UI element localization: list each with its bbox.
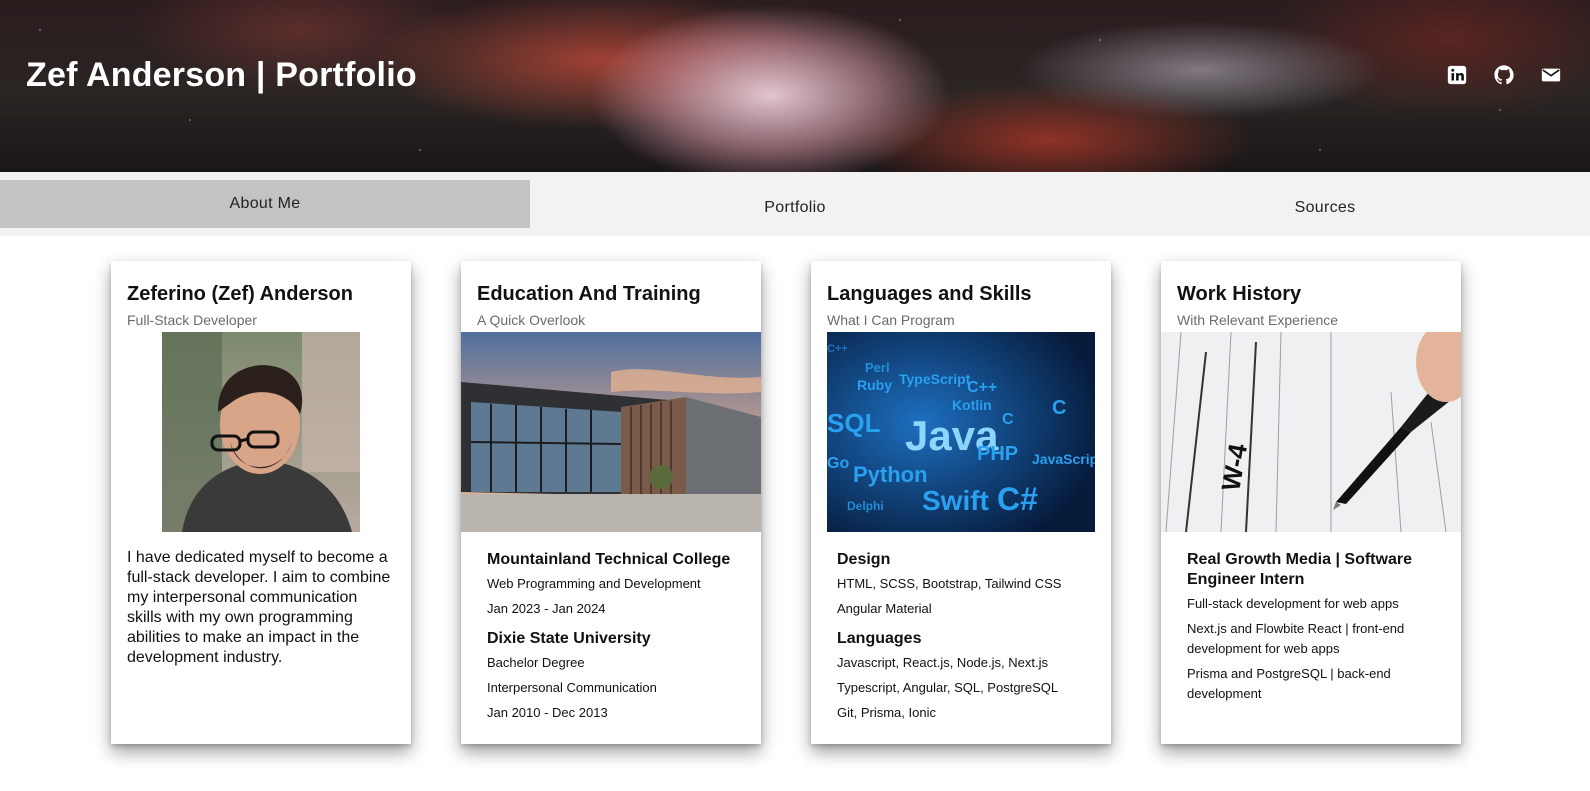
- education-list: Mountainland Technical College Web Progr…: [487, 550, 761, 723]
- header-banner: Zef Anderson | Portfolio: [0, 0, 1590, 172]
- card-subtitle: A Quick Overlook: [477, 312, 586, 328]
- code-word: C: [1002, 411, 1014, 428]
- school-dates: Jan 2010 - Dec 2013: [487, 705, 608, 720]
- school-detail: Web Programming and Development: [487, 576, 701, 591]
- code-word: Swift: [922, 485, 989, 516]
- social-links: [1446, 64, 1562, 86]
- card-title: Work History: [1177, 283, 1302, 305]
- code-word: Go: [827, 455, 849, 472]
- code-word: Python: [853, 462, 928, 487]
- job-detail: Full-stack development for web apps: [1187, 596, 1399, 611]
- school-dates: Jan 2023 - Jan 2024: [487, 601, 606, 616]
- card-subtitle: Full-Stack Developer: [127, 312, 257, 328]
- code-word: JavaScript: [1032, 451, 1095, 467]
- code-word: Kotlin: [952, 397, 992, 413]
- skills-card: Languages and Skills What I Can Program …: [811, 261, 1111, 744]
- skill-line: Typescript, Angular, SQL, PostgreSQL: [837, 680, 1059, 695]
- job-detail: Prisma and PostgreSQL | back-end develop…: [1187, 666, 1391, 701]
- code-word: C: [1052, 397, 1066, 419]
- tax-form-image: W-4: [1161, 332, 1461, 532]
- card-subtitle: With Relevant Experience: [1177, 312, 1339, 328]
- main-tabs: About Me Portfolio Sources: [0, 172, 1590, 236]
- code-word: Ruby: [857, 377, 892, 393]
- code-word: C#: [997, 481, 1038, 517]
- skills-list: Design HTML, SCSS, Bootstrap, Tailwind C…: [837, 550, 1095, 723]
- skill-line: Git, Prisma, Ionic: [837, 705, 936, 720]
- email-icon[interactable]: [1540, 64, 1562, 86]
- github-icon[interactable]: [1493, 64, 1515, 86]
- skill-line: HTML, SCSS, Bootstrap, Tailwind CSS: [837, 576, 1062, 591]
- campus-building-image: [461, 332, 761, 532]
- education-card: Education And Training A Quick Overlook: [461, 261, 761, 744]
- tab-about-me[interactable]: About Me: [0, 180, 530, 228]
- school-name: Dixie State University: [487, 630, 651, 647]
- school-name: Mountainland Technical College: [487, 551, 731, 568]
- code-word: Delphi: [847, 499, 884, 513]
- programming-languages-image: C++ Perl Ruby TypeScript C++ SQL Java Ko…: [827, 332, 1095, 532]
- code-word: TypeScript: [899, 371, 971, 387]
- tab-portfolio[interactable]: Portfolio: [530, 180, 1060, 236]
- skill-line: Javascript, React.js, Node.js, Next.js: [837, 655, 1048, 670]
- code-word: Perl: [865, 360, 890, 375]
- skill-group-name: Languages: [837, 630, 922, 647]
- tab-sources[interactable]: Sources: [1060, 180, 1590, 236]
- site-title: Zef Anderson | Portfolio: [26, 56, 417, 94]
- card-grid: Zeferino (Zef) Anderson Full-Stack Devel…: [111, 261, 1461, 744]
- code-word: C++: [827, 343, 848, 355]
- code-word: SQL: [827, 408, 881, 438]
- work-card: Work History With Relevant Experience W-…: [1161, 261, 1461, 744]
- job-title: Real Growth Media | Software Engineer In…: [1187, 551, 1412, 588]
- card-title: Education And Training: [477, 283, 701, 305]
- code-word: C++: [967, 379, 997, 396]
- school-detail: Interpersonal Communication: [487, 680, 657, 695]
- card-subtitle: What I Can Program: [827, 312, 955, 328]
- card-title: Zeferino (Zef) Anderson: [127, 283, 353, 305]
- card-title: Languages and Skills: [827, 283, 1032, 305]
- profile-photo: [162, 332, 360, 532]
- school-detail: Bachelor Degree: [487, 655, 585, 670]
- skill-line: Angular Material: [837, 601, 932, 616]
- code-word: PHP: [977, 443, 1018, 465]
- job-detail: Next.js and Flowbite React | front-end d…: [1187, 621, 1405, 656]
- skill-group-name: Design: [837, 551, 891, 568]
- bio-text: I have dedicated myself to become a full…: [127, 549, 391, 666]
- linkedin-icon[interactable]: [1446, 64, 1468, 86]
- about-card: Zeferino (Zef) Anderson Full-Stack Devel…: [111, 261, 411, 744]
- work-list: Real Growth Media | Software Engineer In…: [1187, 550, 1441, 704]
